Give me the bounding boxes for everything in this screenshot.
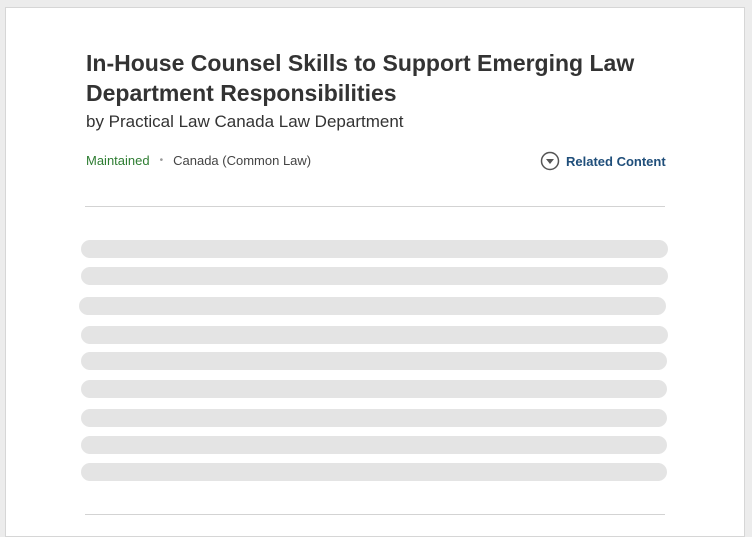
loading-skeleton-line xyxy=(81,267,668,285)
loading-skeleton-line xyxy=(81,436,667,454)
meta-separator: • xyxy=(159,155,164,166)
loading-skeleton-line xyxy=(81,409,667,427)
footer-divider xyxy=(85,514,665,515)
loading-skeleton-line xyxy=(81,463,667,481)
related-content-button[interactable]: Related Content xyxy=(540,151,666,171)
jurisdiction-label: Canada (Common Law) xyxy=(173,153,312,168)
loading-skeleton-line xyxy=(79,297,666,315)
loading-skeleton-line xyxy=(81,240,668,258)
loading-skeleton-line xyxy=(81,326,668,344)
document-title: In-House Counsel Skills to Support Emerg… xyxy=(86,50,635,106)
loading-skeleton-line xyxy=(81,380,667,398)
loading-skeleton-line xyxy=(81,352,667,370)
document-meta: Maintained • Canada (Common Law) xyxy=(86,153,311,168)
related-content-label: Related Content xyxy=(566,153,666,169)
header-divider xyxy=(85,206,665,207)
chevron-down-circle-icon xyxy=(540,151,560,171)
document-author: by Practical Law Canada Law Department xyxy=(86,112,404,131)
document-card: In-House Counsel Skills to Support Emerg… xyxy=(5,7,745,537)
status-badge: Maintained xyxy=(86,153,150,168)
